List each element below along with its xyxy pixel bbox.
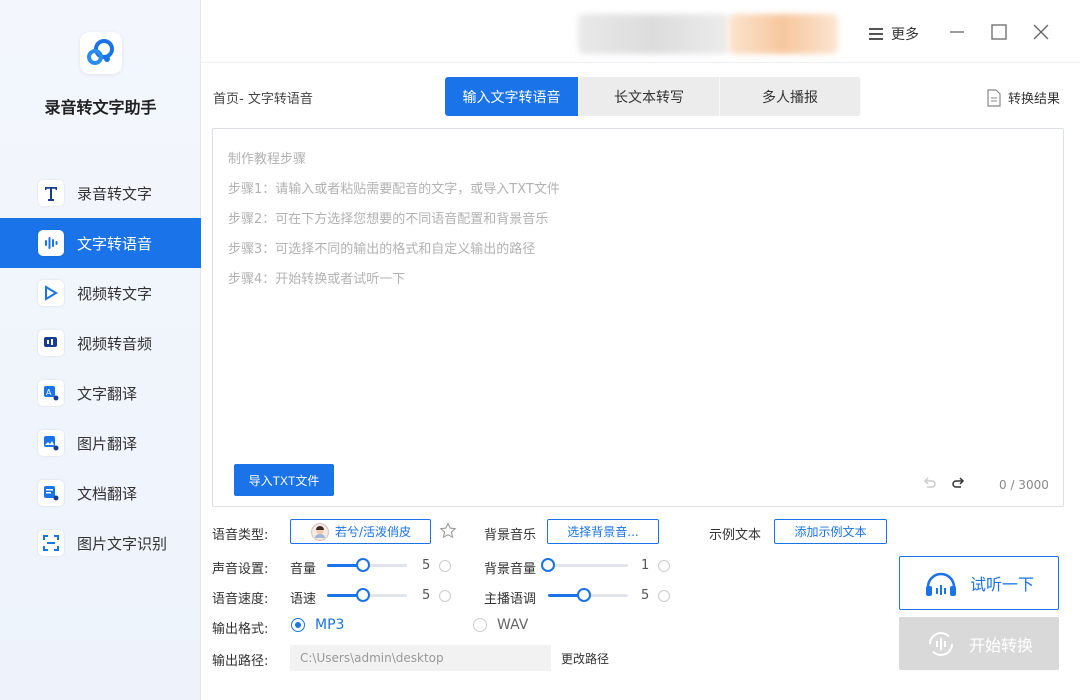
app-logo [80, 32, 122, 74]
svg-text:A: A [46, 388, 52, 397]
tab-multi-speaker[interactable]: 多人播报 [720, 77, 861, 116]
start-label: 开始转换 [968, 635, 1033, 655]
headphones-icon [925, 572, 956, 596]
voice-type-label: 语音类型: [212, 528, 269, 543]
sidebar-item-image-ocr[interactable]: 图片文字识别 [0, 518, 201, 568]
bg-music-label: 背景音乐 [484, 528, 537, 543]
mp3-radio[interactable] [291, 618, 305, 632]
redo-icon[interactable] [951, 477, 967, 493]
undo-icon[interactable] [921, 477, 937, 493]
sidebar-item-audio-to-text[interactable]: 录音转文字 [0, 168, 201, 218]
start-convert-button[interactable]: 开始转换 [899, 617, 1059, 670]
text-t-icon [38, 180, 64, 206]
speed-value: 5 [422, 588, 431, 603]
speed-label: 语速 [290, 592, 317, 607]
app-logo-icon [87, 39, 114, 65]
import-txt-button[interactable]: 导入TXT文件 [234, 464, 334, 496]
volume-slider[interactable] [327, 558, 407, 572]
sidebar-item-label: 文字翻译 [77, 384, 138, 403]
menu-icon [869, 25, 883, 43]
sidebar-item-label: 图片翻译 [77, 434, 138, 453]
convert-icon [928, 631, 953, 656]
sidebar: 录音转文字助手 录音转文字 文字转语音 视频转文字 视频转音频 A 文字翻译 图… [0, 0, 201, 700]
sidebar-nav: 录音转文字 文字转语音 视频转文字 视频转音频 A 文字翻译 图片翻译 文档翻译… [0, 168, 201, 568]
app-title: 录音转文字助手 [44, 98, 157, 117]
tab-text-to-speech[interactable]: 输入文字转语音 [445, 77, 579, 116]
favorite-star-icon[interactable] [439, 522, 457, 540]
volume-value: 5 [422, 558, 431, 573]
output-format-label: 输出格式: [212, 622, 269, 637]
output-path-field[interactable] [290, 645, 551, 671]
preview-listen-button[interactable]: 试听一下 [899, 556, 1059, 610]
blurred-user-area [578, 14, 728, 54]
sidebar-item-text-translate[interactable]: A 文字翻译 [0, 368, 201, 418]
sidebar-item-text-to-speech[interactable]: 文字转语音 [0, 218, 201, 268]
video-play-icon [38, 280, 64, 306]
avatar [311, 522, 329, 541]
text-input-area[interactable]: 制作教程步骤 步骤1：请输入或者粘贴需要配音的文字，或导入TXT文件 步骤2：可… [212, 128, 1064, 507]
conversion-result-link[interactable]: 转换结果 [986, 88, 1060, 107]
minimize-icon[interactable] [946, 21, 968, 43]
slider-thumb[interactable] [541, 558, 555, 572]
sidebar-item-video-to-audio[interactable]: 视频转音频 [0, 318, 201, 368]
change-path-button[interactable]: 更改路径 [561, 650, 609, 667]
bg-volume-slider[interactable] [541, 558, 628, 572]
output-path-label: 输出路径: [212, 654, 269, 669]
pitch-value: 5 [641, 588, 650, 603]
sidebar-item-label: 视频转文字 [77, 284, 153, 303]
breadcrumb: 首页- 文字转语音 [213, 92, 313, 107]
add-sample-text-button[interactable]: 添加示例文本 [774, 519, 887, 544]
title-bar: 更多 [201, 0, 1080, 63]
slider-thumb[interactable] [356, 588, 370, 602]
reset-icon[interactable] [439, 590, 451, 602]
mp3-label: MP3 [315, 617, 345, 633]
wav-radio[interactable] [473, 618, 487, 632]
slider-thumb[interactable] [356, 558, 370, 572]
sidebar-item-label: 文档翻译 [77, 484, 138, 503]
sidebar-item-video-to-text[interactable]: 视频转文字 [0, 268, 201, 318]
more-label: 更多 [891, 27, 919, 43]
video-audio-icon [38, 330, 64, 356]
image-translate-icon [38, 430, 64, 456]
select-bg-music-button[interactable]: 选择背景音... [547, 519, 659, 544]
sidebar-item-label: 视频转音频 [77, 334, 153, 353]
maximize-icon[interactable] [988, 21, 1010, 43]
document-translate-icon [38, 480, 64, 506]
bg-volume-value: 1 [641, 558, 650, 573]
voice-name: 若兮/活泼俏皮 [335, 525, 412, 539]
listen-label: 试听一下 [969, 575, 1034, 594]
sidebar-item-label: 录音转文字 [77, 184, 153, 203]
speed-slider[interactable] [327, 588, 407, 602]
scan-icon [38, 530, 64, 556]
reset-icon[interactable] [658, 560, 670, 572]
sound-wave-icon [38, 230, 64, 256]
result-link-label: 转换结果 [1008, 92, 1061, 107]
editor-placeholder: 制作教程步骤 步骤1：请输入或者粘贴需要配音的文字，或导入TXT文件 步骤2：可… [228, 152, 560, 287]
document-icon [987, 88, 1001, 107]
bg-volume-label: 背景音量 [484, 562, 537, 577]
sidebar-item-label: 文字转语音 [77, 234, 153, 253]
sound-settings-label: 声音设置: [212, 562, 269, 577]
voice-select-button[interactable]: 若兮/活泼俏皮 [290, 519, 431, 544]
pitch-slider[interactable] [548, 588, 628, 602]
tab-long-text[interactable]: 长文本转写 [579, 77, 720, 116]
close-icon[interactable] [1030, 21, 1052, 43]
mode-tabs: 输入文字转语音 长文本转写 多人播报 [445, 77, 861, 116]
volume-label: 音量 [290, 562, 317, 577]
more-menu-button[interactable]: 更多 [869, 24, 919, 44]
speech-speed-label: 语音速度: [212, 592, 269, 607]
char-counter: 0 / 3000 [999, 478, 1049, 492]
reset-icon[interactable] [439, 560, 451, 572]
slider-thumb[interactable] [577, 588, 591, 602]
pitch-label: 主播语调 [484, 592, 537, 607]
sample-text-label: 示例文本 [709, 528, 762, 543]
text-translate-icon: A [38, 380, 64, 406]
reset-icon[interactable] [658, 590, 670, 602]
wav-label: WAV [497, 617, 529, 633]
sidebar-item-label: 图片文字识别 [77, 534, 168, 553]
blurred-vip-area [728, 14, 838, 54]
sidebar-item-document-translate[interactable]: 文档翻译 [0, 468, 201, 518]
sidebar-item-image-translate[interactable]: 图片翻译 [0, 418, 201, 468]
